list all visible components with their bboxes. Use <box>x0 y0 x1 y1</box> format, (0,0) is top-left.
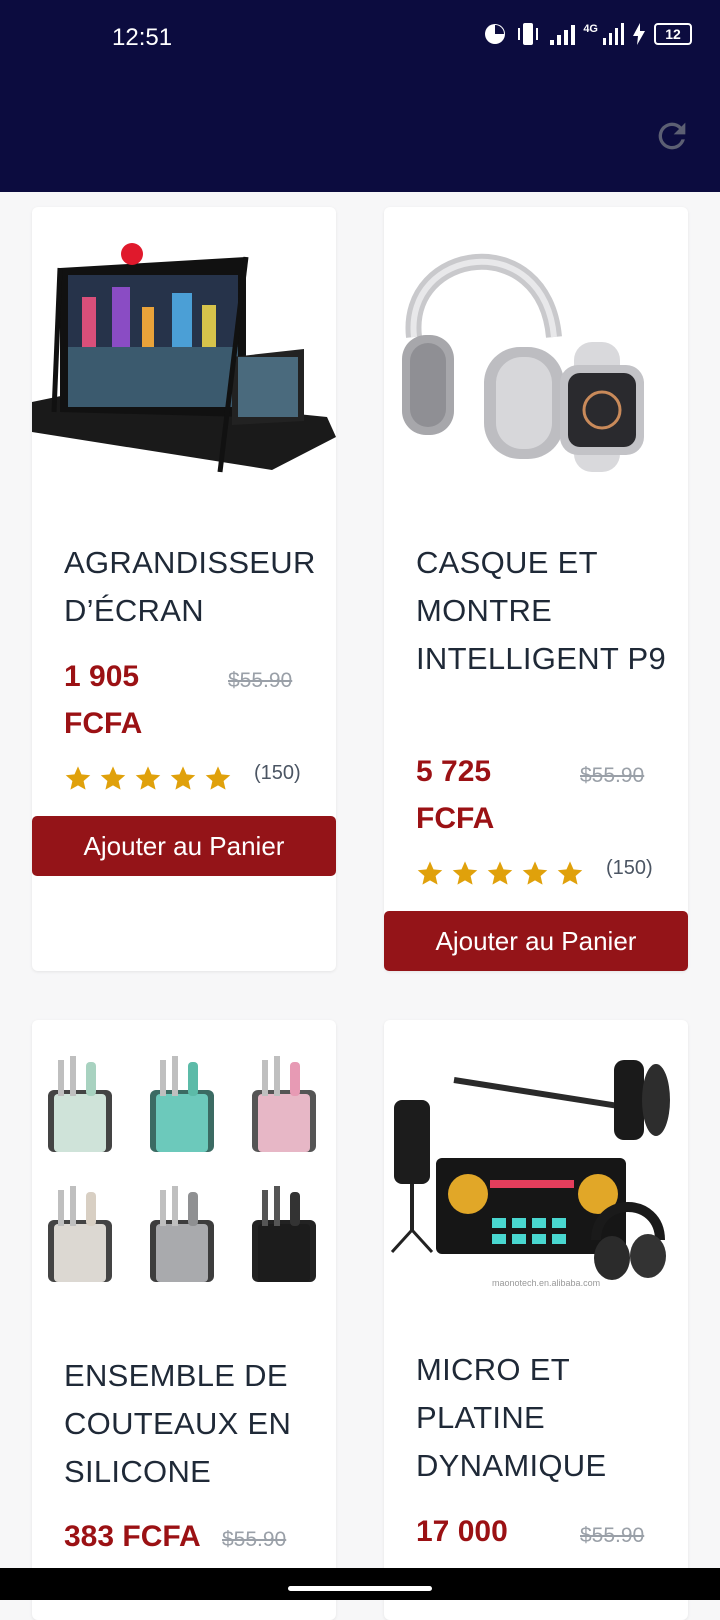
status-time: 12:51 <box>112 24 173 51</box>
star-icon <box>417 861 443 885</box>
product-old-price: $55.90 <box>222 1528 287 1551</box>
product-title[interactable]: ENSEMBLE DE COUTEAUX EN SILICONE <box>64 1352 314 1496</box>
knife-block <box>48 1186 112 1282</box>
product-image-screen-magnifier[interactable] <box>32 207 336 497</box>
network-type: 4G <box>583 23 598 35</box>
product-old-price: $55.90 <box>580 1524 645 1547</box>
charging-icon <box>633 23 645 45</box>
knife-block <box>252 1056 316 1152</box>
vibrate-icon <box>518 23 539 45</box>
product-image-knife-set[interactable] <box>32 1020 336 1310</box>
star-icon <box>452 861 478 885</box>
star-icon <box>522 861 548 885</box>
battery-icon: 12 <box>654 23 692 45</box>
product-old-price: $55.90 <box>580 764 645 787</box>
status-icons: 4G 12 <box>483 22 692 46</box>
rating-stars <box>416 859 584 887</box>
add-to-cart-button[interactable]: Ajouter au Panier <box>384 911 688 971</box>
refresh-icon[interactable] <box>652 116 692 156</box>
product-card[interactable]: maonotech.en.alibaba.com MICRO ET PLATIN… <box>384 1020 688 1620</box>
star-icon <box>170 766 196 790</box>
product-card[interactable]: CASQUE ET MONTRE INTELLIGENT P9 5 725 FC… <box>384 207 688 971</box>
product-price: 1 905 FCFA <box>64 660 143 740</box>
add-to-cart-button[interactable]: Ajouter au Panier <box>32 816 336 876</box>
product-price: 383 FCFA <box>64 1520 201 1553</box>
knife-block <box>48 1056 112 1152</box>
signal-icon <box>550 25 576 45</box>
star-icon <box>135 766 161 790</box>
product-title[interactable]: AGRANDISSEUR D’ÉCRAN <box>64 539 315 635</box>
knife-block <box>150 1056 214 1152</box>
navigation-bar <box>0 1568 720 1600</box>
star-icon <box>557 861 583 885</box>
star-icon <box>100 766 126 790</box>
rating-stars <box>64 764 232 792</box>
signal-icon-2 <box>603 23 624 45</box>
product-price: 17 000 <box>416 1515 508 1548</box>
image-caption: maonotech.en.alibaba.com <box>492 1278 600 1288</box>
app-header: 12:51 4G 12 <box>0 0 720 192</box>
product-image-headphones-watch[interactable] <box>384 207 688 497</box>
product-title[interactable]: MICRO ET PLATINE DYNAMIQUE <box>416 1346 666 1490</box>
product-image-mic-console[interactable]: maonotech.en.alibaba.com <box>384 1020 688 1310</box>
star-icon <box>487 861 513 885</box>
product-title[interactable]: CASQUE ET MONTRE INTELLIGENT P9 <box>416 539 666 683</box>
product-old-price: $55.90 <box>228 669 293 692</box>
star-icon <box>65 766 91 790</box>
knife-block <box>150 1186 214 1282</box>
timer-icon <box>485 24 506 44</box>
star-icon <box>205 766 231 790</box>
home-indicator[interactable] <box>288 1586 432 1591</box>
product-price: 5 725 FCFA <box>416 755 495 835</box>
review-count: (150) <box>254 762 301 784</box>
product-card[interactable]: AGRANDISSEUR D’ÉCRAN 1 905 FCFA $55.90 (… <box>32 207 336 971</box>
review-count: (150) <box>606 857 653 879</box>
knife-block <box>252 1186 316 1282</box>
product-card[interactable]: ENSEMBLE DE COUTEAUX EN SILICONE 383 FCF… <box>32 1020 336 1620</box>
